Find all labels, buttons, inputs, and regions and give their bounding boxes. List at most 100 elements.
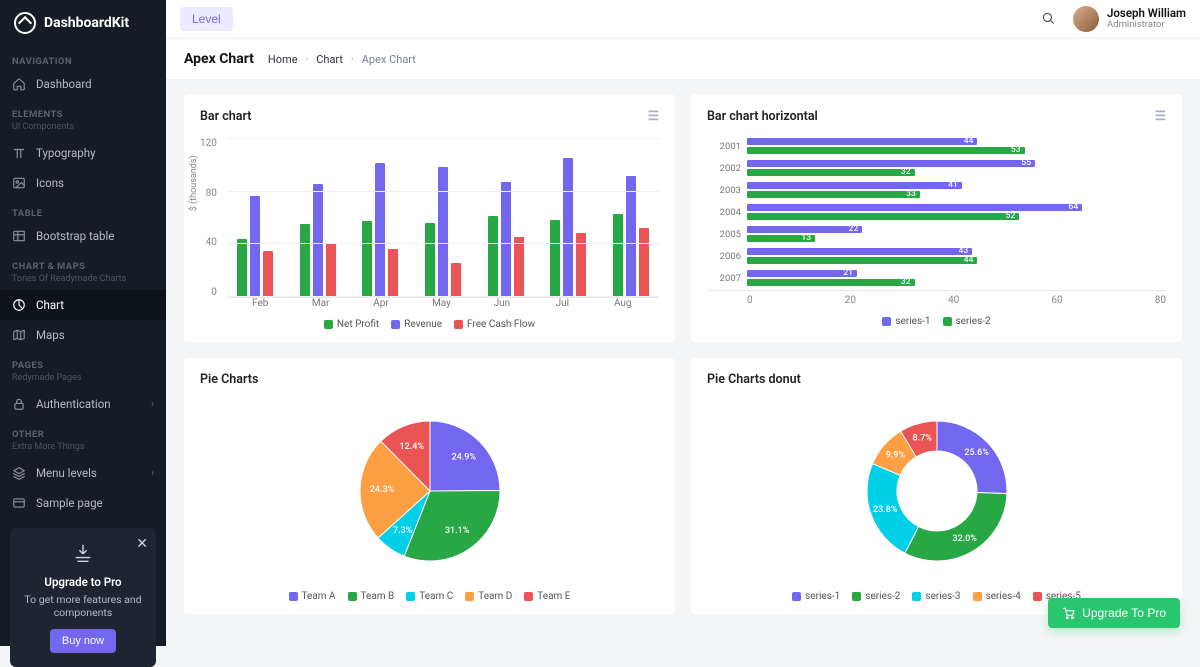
nav-section-title: CHART & MAPS xyxy=(0,251,166,274)
upgrade-card: ✕ Upgrade to Pro To get more features an… xyxy=(10,528,156,667)
hamburger-icon[interactable]: ☰ xyxy=(648,108,659,124)
bar-group xyxy=(358,138,403,297)
bar[interactable] xyxy=(263,251,273,297)
legend-item[interactable]: Team C xyxy=(406,591,453,602)
legend-item[interactable]: series-4 xyxy=(973,591,1021,602)
bar[interactable]: 22 xyxy=(747,226,862,233)
bar[interactable]: 44 xyxy=(747,257,977,264)
x-tick: Jul xyxy=(532,298,592,309)
legend-item[interactable]: series-2 xyxy=(943,316,991,327)
buy-now-button[interactable]: Buy now xyxy=(50,629,116,653)
bar[interactable] xyxy=(250,196,260,297)
nav-section-subtitle: Redymade Pages xyxy=(0,373,166,389)
bar[interactable] xyxy=(451,263,461,297)
y-tick: 120 xyxy=(200,138,217,149)
user-menu[interactable]: Joseph William Administrator xyxy=(1073,6,1186,32)
bar[interactable]: 32 xyxy=(747,279,915,286)
bar-group xyxy=(546,138,591,297)
cart-icon xyxy=(1062,606,1076,620)
promo-title: Upgrade to Pro xyxy=(20,575,146,589)
legend-item[interactable]: series-2 xyxy=(852,591,900,602)
bar[interactable]: 64 xyxy=(747,204,1082,211)
card-title: Pie Charts xyxy=(200,372,258,387)
legend-item[interactable]: Team A xyxy=(289,591,336,602)
bar[interactable]: 21 xyxy=(747,270,857,277)
bar[interactable] xyxy=(514,237,524,297)
user-role: Administrator xyxy=(1107,20,1186,30)
bar[interactable] xyxy=(639,228,649,297)
legend-item[interactable]: series-1 xyxy=(882,316,930,327)
promo-text: To get more features and components xyxy=(20,593,146,619)
breadcrumb-item[interactable]: Chart xyxy=(316,53,343,66)
sidebar-item-label: Authentication xyxy=(36,397,111,411)
logo[interactable]: DashboardKit xyxy=(0,0,166,46)
bar[interactable] xyxy=(237,239,247,297)
sidebar-item-icons[interactable]: Icons xyxy=(0,168,166,198)
bar[interactable]: 32 xyxy=(747,169,915,176)
sidebar-item-typography[interactable]: Typography xyxy=(0,138,166,168)
legend-item[interactable]: series-3 xyxy=(912,591,960,602)
bar[interactable]: 41 xyxy=(747,182,962,189)
x-tick: 20 xyxy=(845,295,856,306)
card-bar-horizontal: Bar chart horizontal ☰ 20014453200255322… xyxy=(691,94,1182,342)
legend-item[interactable]: Team B xyxy=(348,591,395,602)
bar[interactable]: 53 xyxy=(747,147,1025,154)
chevron-right-icon: › xyxy=(306,54,309,64)
bar[interactable] xyxy=(300,224,310,297)
bar[interactable] xyxy=(613,214,623,297)
pie-chart: 24.9%31.1%7.3%24.3%12.4% xyxy=(340,401,520,581)
bar[interactable] xyxy=(488,216,498,297)
bar[interactable] xyxy=(576,233,586,297)
sidebar-item-bootstrap-table[interactable]: Bootstrap table xyxy=(0,221,166,251)
x-tick: Feb xyxy=(230,298,290,309)
y-tick: 2004 xyxy=(707,207,741,218)
pie-slice[interactable] xyxy=(904,493,1006,561)
sidebar-item-dashboard[interactable]: Dashboard xyxy=(0,69,166,99)
search-icon xyxy=(1041,11,1055,25)
bar[interactable] xyxy=(375,163,385,297)
sidebar-item-label: Maps xyxy=(36,328,65,342)
bar[interactable] xyxy=(425,223,435,297)
sidebar-item-chart[interactable]: Chart xyxy=(0,290,166,320)
bar[interactable] xyxy=(362,221,372,297)
hamburger-icon[interactable]: ☰ xyxy=(1155,108,1166,124)
upgrade-fab[interactable]: Upgrade To Pro xyxy=(1048,598,1180,628)
bar[interactable] xyxy=(388,249,398,297)
legend-item[interactable]: Revenue xyxy=(391,319,442,330)
close-icon[interactable]: ✕ xyxy=(136,536,148,552)
bar[interactable]: 44 xyxy=(747,138,977,145)
bar[interactable] xyxy=(326,243,336,297)
legend-item[interactable]: Team E xyxy=(524,591,570,602)
bar[interactable] xyxy=(501,182,511,297)
main: Level Joseph William Administrator Apex … xyxy=(166,0,1200,646)
sidebar-item-authentication[interactable]: Authentication › xyxy=(0,389,166,419)
breadcrumb-item[interactable]: Home xyxy=(268,53,298,66)
bar[interactable]: 13 xyxy=(747,235,815,242)
sidebar-item-maps[interactable]: Maps xyxy=(0,320,166,350)
bar[interactable]: 43 xyxy=(747,248,972,255)
bar[interactable]: 33 xyxy=(747,191,920,198)
type-icon xyxy=(12,146,26,160)
level-button[interactable]: Level xyxy=(180,7,233,31)
bar[interactable] xyxy=(550,220,560,297)
sidebar-item-menu-levels[interactable]: Menu levels › xyxy=(0,458,166,488)
x-tick: 0 xyxy=(747,295,753,306)
bar[interactable] xyxy=(313,184,323,297)
page-title: Apex Chart xyxy=(184,51,254,67)
chevron-right-icon: › xyxy=(151,468,154,479)
legend-item[interactable]: Free Cash Flow xyxy=(454,319,535,330)
nav-section-subtitle: Extra More Things xyxy=(0,442,166,458)
search-button[interactable] xyxy=(1035,5,1061,34)
bar-value: 22 xyxy=(849,224,859,234)
lock-icon xyxy=(12,397,26,411)
bar[interactable] xyxy=(626,176,636,297)
sidebar-item-sample-page[interactable]: Sample page xyxy=(0,488,166,518)
legend-item[interactable]: series-1 xyxy=(792,591,840,602)
bar-group xyxy=(421,138,466,297)
bar[interactable]: 52 xyxy=(747,213,1019,220)
bar[interactable] xyxy=(563,158,573,297)
legend-item[interactable]: Team D xyxy=(465,591,512,602)
bar[interactable]: 55 xyxy=(747,160,1035,167)
legend-item[interactable]: Net Profit xyxy=(324,319,379,330)
bar[interactable] xyxy=(438,167,448,297)
